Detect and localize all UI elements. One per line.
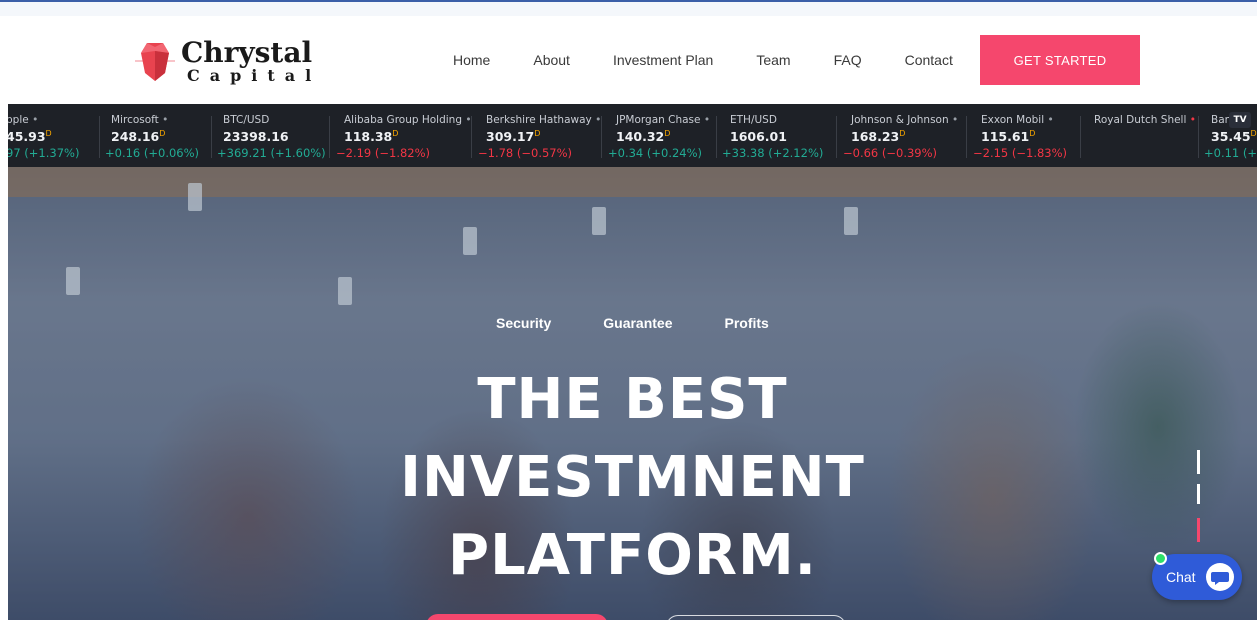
ticker-item[interactable]: Berkshire Hathaway • 309.17D −1.78 (−0.5…: [478, 104, 601, 167]
hero-primary-button[interactable]: [426, 614, 608, 620]
ticker-item[interactable]: ETH/USD 1606.01 +33.38 (+2.12%): [722, 104, 823, 167]
ticker-name: Alibaba Group Holding: [344, 114, 462, 126]
ticker-price: 309.17: [486, 129, 535, 145]
slider-dot[interactable]: [1197, 484, 1200, 504]
ticker-divider: [966, 116, 967, 158]
hero-heading-line3: PLATFORM.: [448, 523, 817, 588]
ticker-item[interactable]: JPMorgan Chase • 140.32D +0.34 (+0.24%): [608, 104, 710, 167]
nav-faq[interactable]: FAQ: [834, 52, 862, 68]
ticker-item[interactable]: pple • 45.93D 97 (+1.37%): [8, 104, 79, 167]
ticker-change: +0.11 (+: [1204, 146, 1257, 161]
pendant-lamp: [463, 227, 477, 255]
ticker-divider: [836, 116, 837, 158]
brand-name-line1: Chrystal: [181, 35, 313, 69]
ticker-item[interactable]: Exxon Mobil • 115.61D −2.15 (−1.83%): [973, 104, 1067, 167]
nav-home[interactable]: Home: [453, 52, 490, 68]
slider-dot[interactable]: [1197, 450, 1200, 474]
hero-tagline: Security Guarantee Profits: [496, 315, 769, 331]
ticker-divider: [601, 116, 602, 158]
online-status-icon: [1154, 552, 1167, 565]
nav-contact[interactable]: Contact: [905, 52, 953, 68]
nav-investment-plan[interactable]: Investment Plan: [613, 52, 713, 68]
ticker-item[interactable]: Alibaba Group Holding • 118.38D −2.19 (−…: [336, 104, 472, 167]
ticker-flag: D: [1029, 129, 1036, 138]
ticker-price: 118.38: [344, 129, 393, 145]
ticker-change: +0.34 (+0.24%): [608, 146, 703, 161]
pendant-lamp: [188, 183, 202, 211]
pendant-lamp: [844, 207, 858, 235]
ticker-change: −2.15 (−1.83%): [973, 146, 1068, 161]
chat-label: Chat: [1166, 569, 1196, 585]
get-started-button[interactable]: GET STARTED: [980, 35, 1140, 85]
ticker-item[interactable]: Royal Dutch Shell •: [1086, 104, 1196, 167]
pendant-lamp: [66, 267, 80, 295]
nav-about[interactable]: About: [533, 52, 570, 68]
ticker-flag: D: [1250, 129, 1257, 138]
nav-team[interactable]: Team: [756, 52, 790, 68]
ticker-change: −2.19 (−1.82%): [336, 146, 431, 161]
ticker-price: 45.93: [8, 129, 46, 145]
ticker-price: 23398.16: [223, 129, 289, 144]
ticker-divider: [99, 116, 100, 158]
tag-security: Security: [496, 315, 552, 331]
ticker-name: Royal Dutch Shell: [1094, 114, 1187, 126]
ticker-change: +33.38 (+2.12%): [722, 146, 824, 160]
ticker-change: 97 (+1.37%): [8, 146, 80, 161]
ticker-change: +0.16 (+0.06%): [105, 146, 200, 161]
ticker-item[interactable]: Mircosoft • 248.16D +0.16 (+0.06%): [105, 104, 199, 167]
ticker-item[interactable]: BTC/USD 23398.16 +369.21 (+1.60%): [217, 104, 326, 167]
hero-heading: THE BEST INVESTMNENT PLATFORM.: [8, 361, 1257, 595]
hero-heading-line2: INVESTMNENT: [400, 445, 865, 510]
hero-banner: Security Guarantee Profits THE BEST INVE…: [8, 167, 1257, 620]
slider-dot-active[interactable]: [1197, 518, 1200, 542]
ticker-name: pple: [8, 114, 29, 126]
ticker-name: Exxon Mobil: [981, 114, 1045, 126]
ticker-price: 140.32: [616, 129, 665, 145]
slider-pagination[interactable]: [1197, 450, 1201, 545]
ticker-name: ETH/USD: [730, 114, 777, 126]
ticker-flag: D: [534, 129, 541, 138]
ticker-item[interactable]: Johnson & Johnson • 168.23D −0.66 (−0.39…: [843, 104, 958, 167]
ticker-divider: [716, 116, 717, 158]
brand-name-line2: Capital: [187, 65, 322, 85]
brand-logo[interactable]: Chrystal Capital: [135, 36, 321, 86]
ticker-price: 115.61: [981, 129, 1030, 145]
ticker-price: 35.45: [1211, 129, 1251, 145]
ticker-change: +369.21 (+1.60%): [217, 146, 326, 160]
ticker-divider: [1080, 116, 1081, 158]
hero-secondary-button[interactable]: [666, 615, 846, 620]
chat-bubble-icon: [1206, 563, 1234, 591]
ticker-name: Berkshire Hathaway: [486, 114, 592, 126]
ticker-name: Johnson & Johnson: [851, 114, 949, 126]
ticker-change: −1.78 (−0.57%): [478, 146, 573, 161]
ticker-divider: [1198, 116, 1199, 158]
main-nav: Home About Investment Plan Team FAQ Cont…: [453, 52, 953, 68]
ticker-flag: D: [664, 129, 671, 138]
tag-profits: Profits: [724, 315, 769, 331]
ticker-name: Mircosoft: [111, 114, 159, 126]
ticker-flag: D: [45, 129, 52, 138]
gem-icon: [135, 37, 175, 85]
ticker-name: JPMorgan Chase: [616, 114, 701, 126]
pendant-lamp: [338, 277, 352, 305]
ticker-price: 1606.01: [730, 129, 787, 144]
ticker-price: 168.23: [851, 129, 900, 145]
ticker-flag: D: [392, 129, 399, 138]
stock-ticker-tape: pple • 45.93D 97 (+1.37%) Mircosoft • 24…: [8, 104, 1257, 167]
ticker-name: BTC/USD: [223, 114, 270, 126]
ticker-divider: [329, 116, 330, 158]
ticker-price: 248.16: [111, 129, 160, 145]
brand-name: Chrystal Capital: [181, 35, 322, 85]
ticker-flag: D: [159, 129, 166, 138]
hero-heading-line1: THE BEST: [477, 367, 788, 432]
tag-guarantee: Guarantee: [603, 315, 673, 331]
ticker-divider: [211, 116, 212, 158]
pendant-lamp: [592, 207, 606, 235]
tradingview-logo-icon[interactable]: TV: [1229, 112, 1251, 128]
ticker-divider: [471, 116, 472, 158]
ticker-change: −0.66 (−0.39%): [843, 146, 938, 161]
ticker-flag: D: [899, 129, 906, 138]
top-accent-bar: [0, 0, 1257, 16]
site-header: Chrystal Capital Home About Investment P…: [0, 16, 1257, 104]
